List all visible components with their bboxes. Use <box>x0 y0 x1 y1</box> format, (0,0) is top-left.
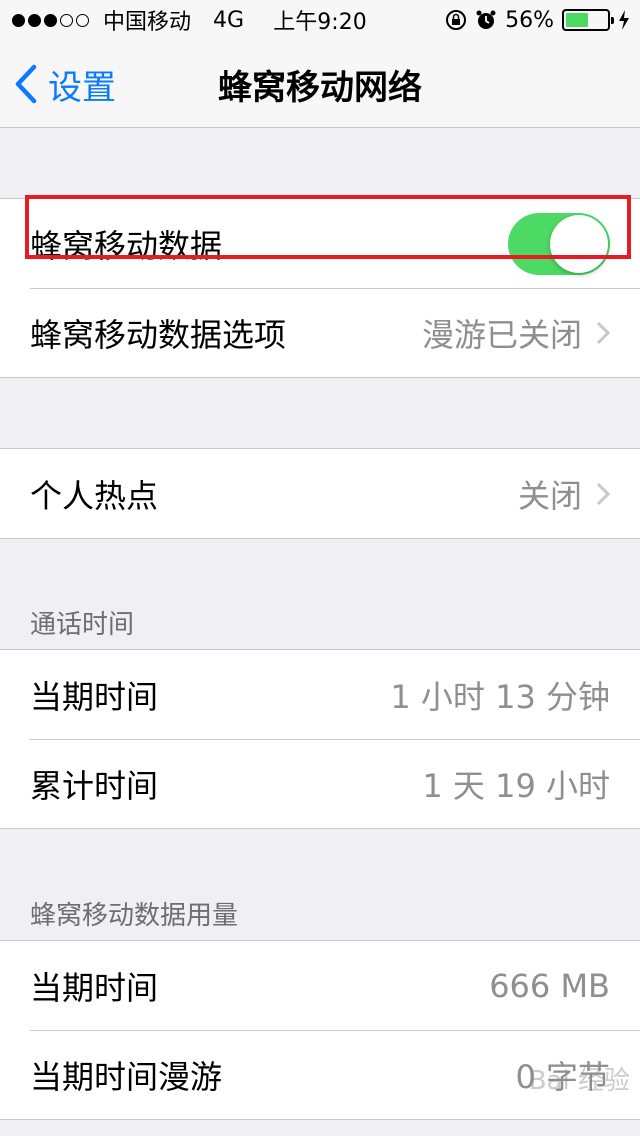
cellular-data-toggle[interactable] <box>508 212 610 275</box>
personal-hotspot-label: 个人热点 <box>30 476 159 515</box>
hotspot-group: 个人热点 关闭 <box>0 448 640 539</box>
cellular-data-group: 蜂窝移动数据 蜂窝移动数据选项 漫游已关闭 <box>0 198 640 378</box>
signal-dot <box>44 13 57 27</box>
navigation-bar: 设置 蜂窝移动网络 <box>0 40 640 128</box>
carrier-name: 中国移动 <box>103 10 192 35</box>
personal-hotspot-row[interactable]: 个人热点 关闭 <box>0 449 640 538</box>
battery-fill <box>566 13 589 27</box>
back-button-label: 设置 <box>48 67 116 108</box>
battery-icon <box>562 9 614 31</box>
status-bar: 中国移动 4G 上午9:20 56% <box>0 0 640 40</box>
network-type: 4G <box>213 7 245 33</box>
row-label: 当期时间 <box>30 968 159 1007</box>
row-label: 累计时间 <box>30 766 159 805</box>
back-button[interactable]: 设置 <box>14 40 116 128</box>
personal-hotspot-value: 关闭 <box>517 476 582 515</box>
call-time-header: 通话时间 <box>30 610 135 640</box>
cellular-data-options-value: 漫游已关闭 <box>421 315 582 354</box>
signal-dot <box>28 13 41 27</box>
row-value: 1 天 19 小时 <box>422 766 610 805</box>
signal-strength-icon <box>12 13 89 27</box>
chevron-right-icon <box>596 482 610 505</box>
row-label: 当期时间漫游 <box>30 1057 223 1096</box>
data-usage-header: 蜂窝移动数据用量 <box>30 901 239 931</box>
alarm-icon <box>476 10 496 29</box>
signal-dot <box>76 13 89 27</box>
cellular-data-options-label: 蜂窝移动数据选项 <box>30 315 287 354</box>
battery-percent: 56% <box>505 7 554 33</box>
charging-icon <box>619 10 629 30</box>
status-left: 中国移动 4G <box>12 0 244 40</box>
toggle-knob <box>550 214 608 273</box>
lifetime-row: 累计时间 1 天 19 小时 <box>0 739 640 828</box>
chevron-right-icon <box>596 321 610 344</box>
cellular-data-row: 蜂窝移动数据 <box>0 199 640 288</box>
row-value: 666 MB <box>489 966 610 1005</box>
signal-dot <box>12 13 25 27</box>
row-value: 1 小时 13 分钟 <box>390 677 610 716</box>
current-period-row: 当期时间 1 小时 13 分钟 <box>0 650 640 739</box>
call-time-group: 当期时间 1 小时 13 分钟 累计时间 1 天 19 小时 <box>0 649 640 829</box>
status-right: 56% <box>445 0 630 40</box>
usage-current-row: 当期时间 666 MB <box>0 941 640 1030</box>
cellular-data-label: 蜂窝移动数据 <box>30 226 223 265</box>
status-time: 上午9:20 <box>273 10 367 35</box>
row-label: 当期时间 <box>30 677 159 716</box>
cellular-data-options-row[interactable]: 蜂窝移动数据选项 漫游已关闭 <box>0 288 640 377</box>
watermark: Bai 经验 <box>528 1066 630 1096</box>
signal-dot <box>60 13 73 27</box>
rotation-lock-icon <box>446 10 467 30</box>
chevron-left-icon <box>15 64 37 104</box>
